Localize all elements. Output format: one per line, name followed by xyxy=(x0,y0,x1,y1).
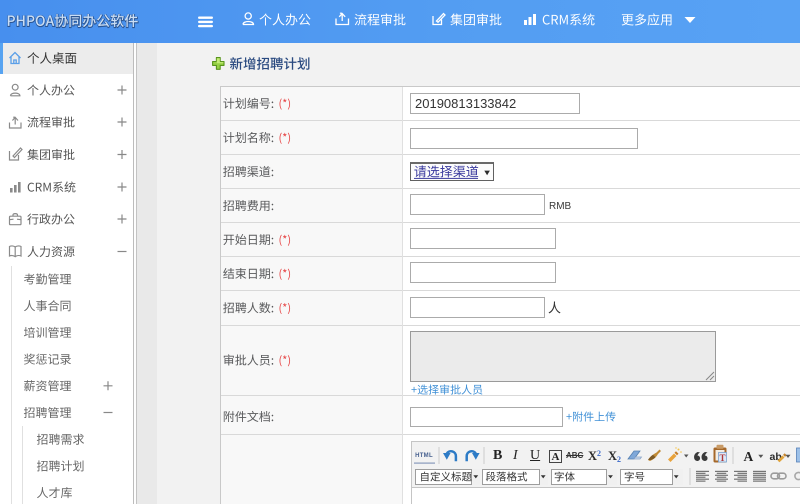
svg-text:T: T xyxy=(719,453,725,463)
svg-text:A: A xyxy=(744,449,754,464)
